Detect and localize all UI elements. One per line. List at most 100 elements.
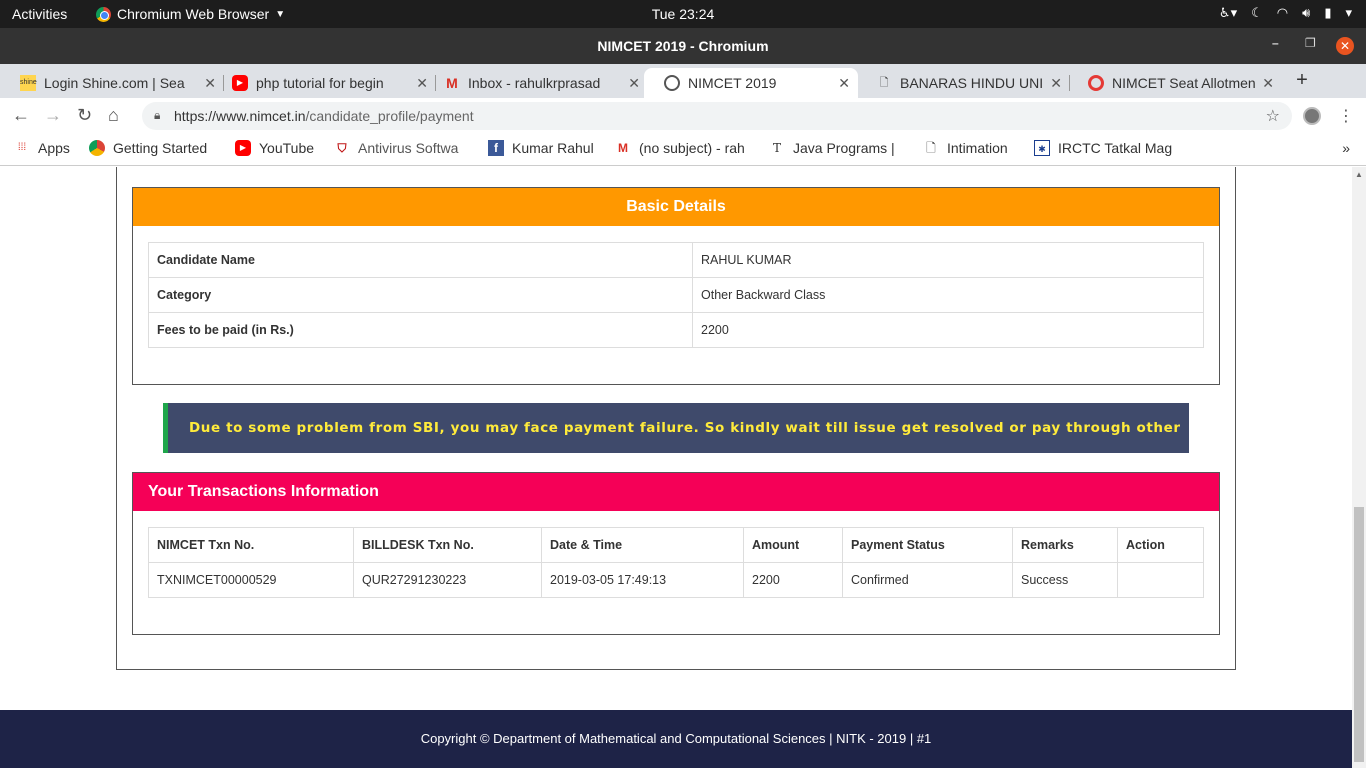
date-time-value: 2019-03-05 17:49:13 [541, 562, 744, 598]
bookmark-getting-started[interactable]: Getting Started [89, 140, 229, 156]
url-host: https://www.nimcet.in [174, 108, 306, 124]
accessibility-icon[interactable]: ♿▾ [1219, 5, 1237, 21]
close-tab-icon[interactable]: ✕ [1050, 75, 1062, 92]
bookmarks-bar: ⁞⁞⁞ Apps Getting Started ▶ YouTube ⛉ Ant… [0, 134, 1366, 166]
forward-arrow-icon[interactable]: → [44, 105, 62, 126]
bookmark-youtube[interactable]: ▶ YouTube [235, 140, 331, 156]
tab-label: BANARAS HINDU UNI [900, 75, 1044, 91]
col-payment-status: Payment Status [842, 527, 1013, 563]
tab-strip: shine Login Shine.com | Sea ✕ ▶ php tuto… [0, 64, 1366, 98]
tab-label: Login Shine.com | Sea [44, 75, 185, 91]
remarks-value: Success [1012, 562, 1118, 598]
address-bar[interactable]: 🔒︎ https://www.nimcet.in/candidate_profi… [142, 102, 1292, 130]
home-icon[interactable]: ⌂ [108, 105, 119, 126]
tab-inbox[interactable]: M Inbox - rahulkrprasad ✕ [424, 68, 648, 98]
bookmark-no-subject[interactable]: M (no subject) - rah [615, 140, 753, 156]
action-cell [1117, 562, 1204, 598]
new-tab-button[interactable]: + [1290, 70, 1314, 92]
facebook-icon: f [488, 140, 504, 156]
bookmark-intimation[interactable]: 🗋 Intimation [923, 140, 1023, 156]
bookmark-apps[interactable]: ⁞⁞⁞ Apps [14, 140, 84, 156]
page-scrollbar[interactable]: ▲ [1352, 167, 1366, 768]
shine-icon: shine [20, 75, 37, 91]
tab-nimcet-2019[interactable]: NIMCET 2019 ✕ [644, 68, 858, 98]
apps-grid-icon: ⁞⁞⁞ [17, 142, 27, 153]
gmail-icon: M [618, 141, 628, 155]
navigation-bar: ← → ↻ ⌂ 🔒︎ https://www.nimcet.in/candida… [0, 98, 1366, 134]
document-icon: 🗋 [926, 141, 936, 155]
text-t-icon: T [772, 141, 781, 155]
candidate-name-value: RAHUL KUMAR [692, 242, 1204, 278]
tab-label: NIMCET 2019 [688, 75, 777, 91]
minimize-icon[interactable]: – [1272, 36, 1279, 50]
table-header-row: NIMCET Txn No. BILLDESK Txn No. Date & T… [148, 527, 1204, 563]
tab-label: php tutorial for begin [256, 75, 384, 91]
mcafee-icon: ⛉ [337, 141, 347, 155]
bookmark-antivirus[interactable]: ⛉ Antivirus Softwa [334, 140, 474, 156]
page-viewport: Basic Details Candidate Name RAHUL KUMAR… [0, 167, 1352, 768]
transactions-panel: Your Transactions Information NIMCET Txn… [132, 472, 1220, 635]
volume-icon: 🔊︎ [1302, 5, 1311, 20]
bookmark-star-icon[interactable]: ☆ [1266, 106, 1280, 126]
lock-icon[interactable]: 🔒︎ [154, 108, 160, 123]
close-tab-icon[interactable]: ✕ [628, 75, 640, 92]
tab-php-tutorial[interactable]: ▶ php tutorial for begin ✕ [212, 68, 436, 98]
gmail-icon: M [446, 75, 458, 91]
page-footer: Copyright © Department of Mathematical a… [0, 710, 1352, 768]
reload-icon[interactable]: ↻ [77, 105, 92, 126]
chrome-icon [89, 140, 105, 156]
close-tab-icon[interactable]: ✕ [838, 75, 850, 92]
fees-label: Fees to be paid (in Rs.) [148, 312, 693, 348]
maximize-icon[interactable]: ❐ [1305, 36, 1316, 50]
system-top-bar: Activities Chromium Web Browser ▼ Tue 23… [0, 0, 1366, 28]
url-text[interactable]: https://www.nimcet.in/candidate_profile/… [174, 108, 474, 124]
nimcet-icon [664, 75, 680, 91]
tab-nimcet-seat[interactable]: NIMCET Seat Allotmen ✕ [1068, 68, 1282, 98]
amount-value: 2200 [743, 562, 843, 598]
transactions-table: NIMCET Txn No. BILLDESK Txn No. Date & T… [148, 527, 1204, 598]
url-path: /candidate_profile/payment [305, 108, 474, 124]
col-billdesk-txn: BILLDESK Txn No. [353, 527, 542, 563]
transactions-heading: Your Transactions Information [133, 473, 1219, 511]
irctc-icon: ✱ [1034, 140, 1050, 156]
tab-banaras[interactable]: 🗋 BANARAS HINDU UNI ✕ [856, 68, 1070, 98]
tab-label: NIMCET Seat Allotmen [1112, 75, 1256, 91]
scrollbar-thumb[interactable] [1354, 507, 1364, 762]
scroll-up-arrow-icon[interactable]: ▲ [1355, 170, 1363, 179]
night-light-icon: ☾ [1251, 5, 1263, 20]
tab-shine[interactable]: shine Login Shine.com | Sea ✕ [0, 68, 224, 98]
category-label: Category [148, 277, 693, 313]
youtube-icon: ▶ [232, 75, 248, 91]
close-window-button[interactable]: ✕ [1336, 37, 1354, 55]
close-tab-icon[interactable]: ✕ [1262, 75, 1274, 92]
youtube-icon: ▶ [235, 140, 251, 156]
window-title: NIMCET 2019 - Chromium [597, 38, 769, 54]
nimcet-txn-value: TXNIMCET00000529 [148, 562, 354, 598]
table-row: Fees to be paid (in Rs.) 2200 [148, 312, 1204, 348]
col-amount: Amount [743, 527, 843, 563]
chevron-right-double-icon[interactable]: » [1342, 140, 1350, 156]
clock[interactable]: Tue 23:24 [0, 6, 1366, 22]
kebab-menu-icon[interactable]: ⋮ [1338, 106, 1354, 126]
bookmark-java-programs[interactable]: T Java Programs | [769, 140, 905, 156]
tab-label: Inbox - rahulkrprasad [468, 75, 601, 91]
basic-details-table: Candidate Name RAHUL KUMAR Category Othe… [148, 242, 1204, 348]
window-title-bar: NIMCET 2019 - Chromium – ❐ ✕ [0, 28, 1366, 64]
bookmark-irctc[interactable]: ✱ IRCTC Tatkal Mag [1034, 140, 1174, 156]
payment-status-value: Confirmed [842, 562, 1013, 598]
back-arrow-icon[interactable]: ← [12, 105, 30, 126]
bookmark-kumar-rahul[interactable]: f Kumar Rahul [488, 140, 604, 156]
system-tray[interactable]: ♿▾ ☾ ◠ 🔊︎ ▮ ▾ [1219, 5, 1352, 21]
billdesk-txn-value: QUR27291230223 [353, 562, 542, 598]
category-value: Other Backward Class [692, 277, 1204, 313]
caret-down-icon: ▾ [1345, 5, 1352, 20]
col-remarks: Remarks [1012, 527, 1118, 563]
payment-notice-banner: Due to some problem from SBI, you may fa… [163, 403, 1189, 486]
table-row: Category Other Backward Class [148, 277, 1204, 313]
battery-icon: ▮ [1324, 5, 1332, 20]
nimcet-red-icon [1088, 75, 1104, 91]
fees-value: 2200 [692, 312, 1204, 348]
profile-avatar-icon[interactable] [1303, 107, 1321, 125]
document-icon: 🗋 [879, 77, 889, 89]
table-row: Candidate Name RAHUL KUMAR [148, 242, 1204, 278]
